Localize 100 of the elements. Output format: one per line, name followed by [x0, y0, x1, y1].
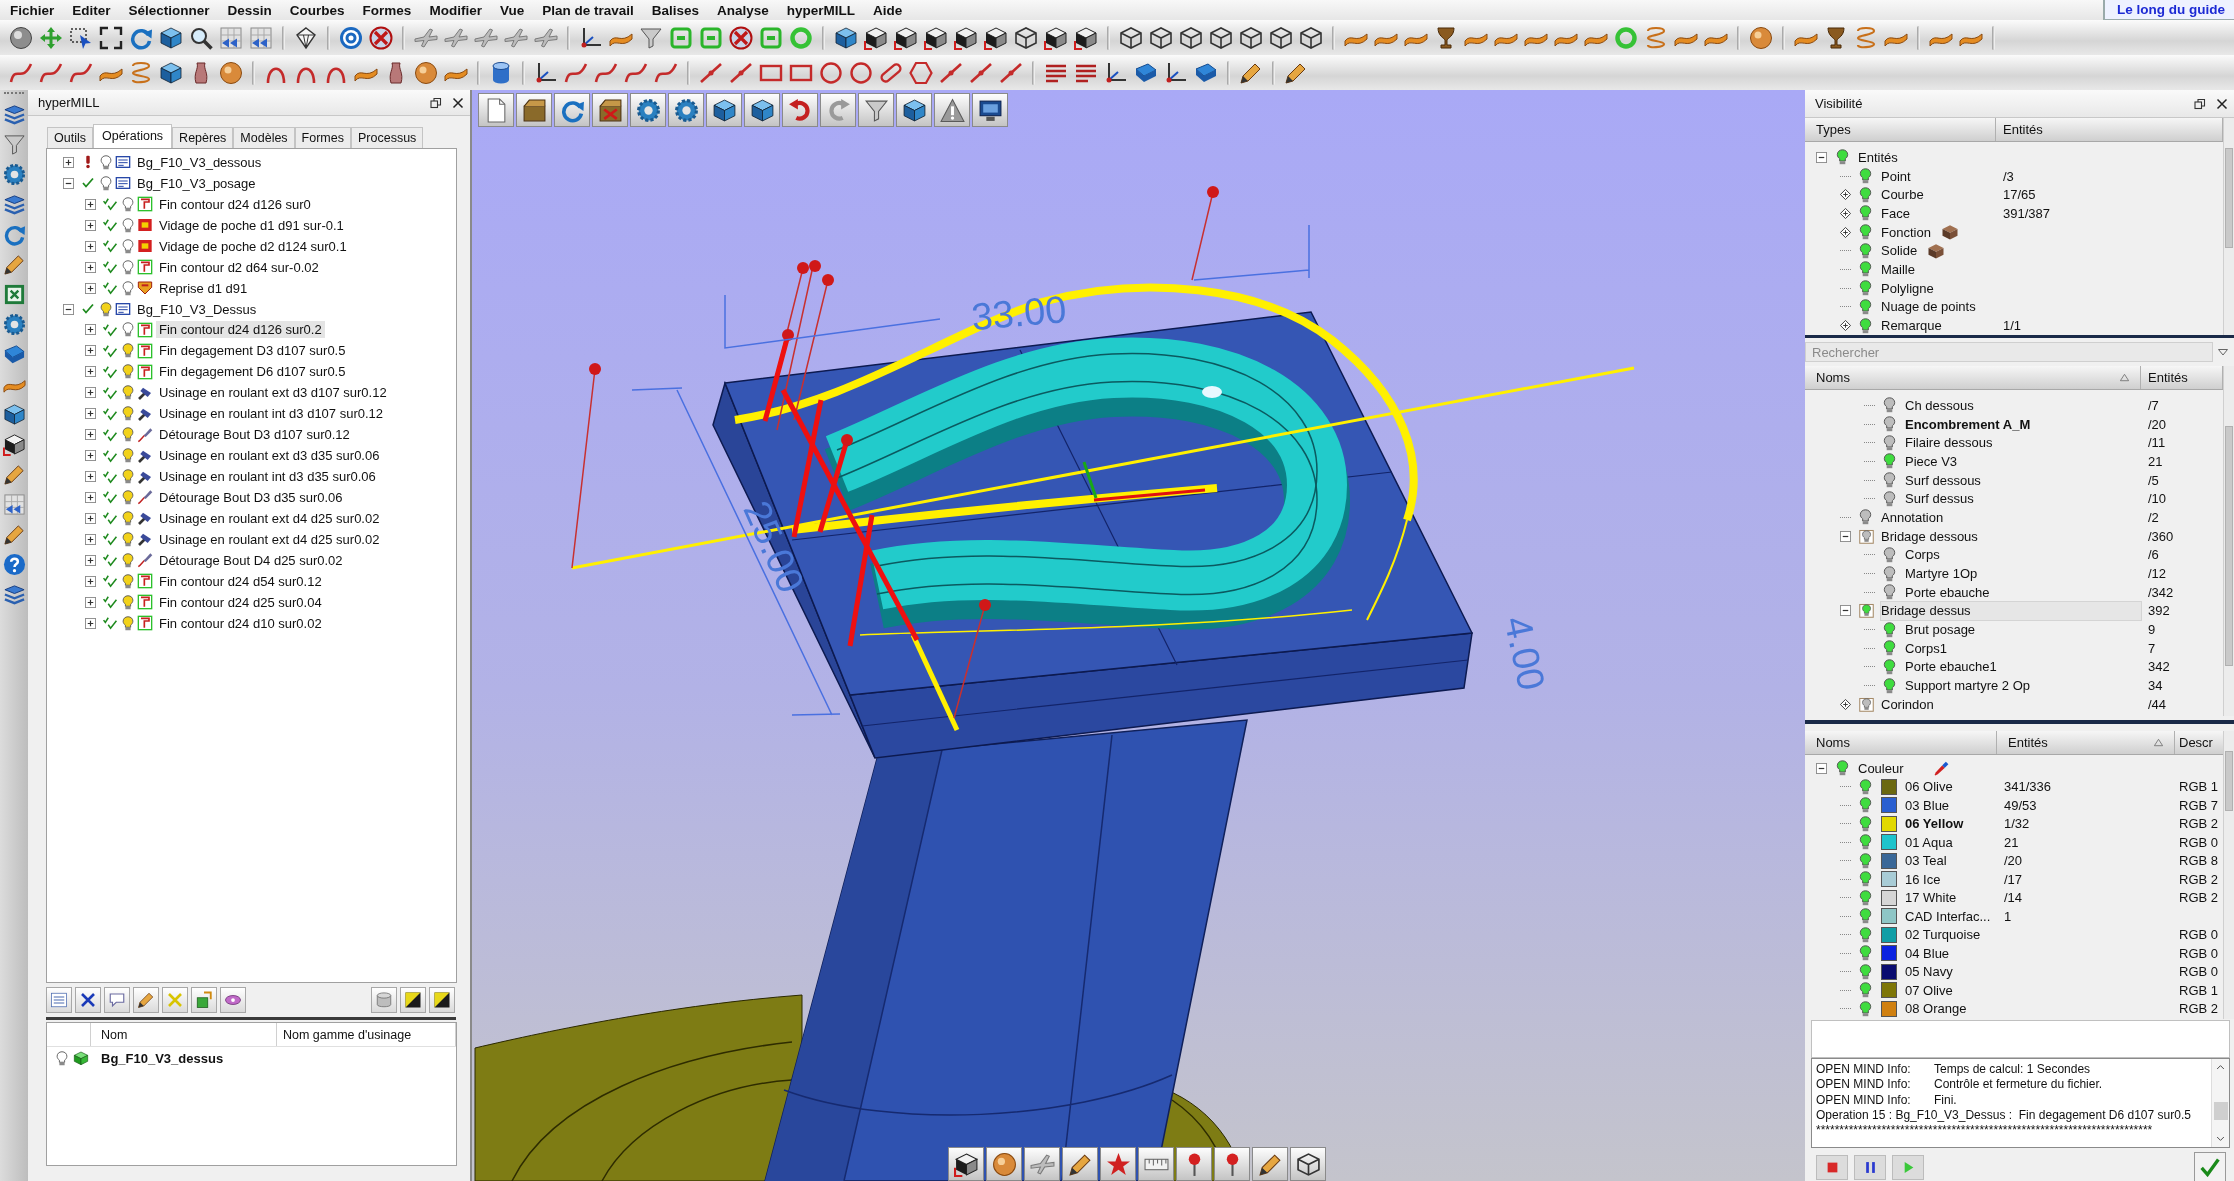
menu-item[interactable]: Courbes	[289, 2, 345, 18]
cancel-icon[interactable]	[369, 25, 393, 50]
ball-icon[interactable]	[414, 60, 438, 85]
scroll-thumb[interactable]	[2225, 426, 2233, 666]
toolbar-button[interactable]	[630, 93, 666, 127]
toolbar-button[interactable]	[592, 93, 628, 127]
bulb-icon[interactable]	[1883, 397, 1896, 414]
tree-item[interactable]: Bg_F10_V3_Dessus	[134, 300, 260, 318]
menu-item[interactable]: Editer	[72, 2, 111, 18]
tree-item[interactable]: Fin contour d24 d25 sur0.04	[156, 593, 325, 611]
tree-item[interactable]: Usinage en roulant int d3 d35 sur0.06	[156, 468, 379, 486]
plane-icon[interactable]	[474, 25, 498, 50]
tree-item[interactable]: Fin degagement D6 d107 sur0.5	[156, 363, 349, 381]
scrollbar[interactable]	[2223, 731, 2234, 1019]
tree-item[interactable]: Usinage en roulant ext d4 d25 sur0.02	[156, 530, 383, 548]
chevron-down-icon[interactable]	[2215, 1134, 2226, 1143]
bulb-icon[interactable]	[1883, 584, 1896, 601]
plane-icon[interactable]	[414, 25, 438, 50]
toolbar-button[interactable]	[668, 93, 704, 127]
bulb-icon[interactable]	[100, 301, 112, 317]
bulb-icon[interactable]	[122, 615, 134, 631]
spreadsheet-icon[interactable]	[2, 283, 26, 306]
bulb-icon[interactable]	[122, 406, 134, 422]
toolbar-button[interactable]	[744, 93, 780, 127]
bulb-icon[interactable]	[122, 364, 134, 380]
bulb-icon[interactable]	[1859, 186, 1872, 203]
collapse-icon[interactable]	[1816, 151, 1827, 163]
bulb-icon[interactable]	[122, 469, 134, 485]
bulb-icon[interactable]	[1859, 889, 1872, 906]
line-icon[interactable]	[939, 60, 963, 85]
cube-icon[interactable]	[834, 25, 858, 50]
toolbar-button[interactable]	[1062, 1147, 1098, 1181]
tree-item[interactable]: Brut posage	[1905, 620, 2141, 639]
bulb-icon[interactable]	[1859, 280, 1872, 297]
pencil-icon[interactable]	[2, 523, 26, 546]
gear-icon[interactable]	[2, 163, 26, 186]
capsule-icon[interactable]	[879, 60, 903, 85]
move-icon[interactable]	[39, 25, 63, 50]
tree-item[interactable]: Corindon	[1881, 695, 2141, 714]
collapse-icon[interactable]	[1840, 530, 1851, 542]
collapse-icon[interactable]	[63, 303, 74, 315]
menu-item[interactable]: Dessin	[227, 2, 272, 18]
tab[interactable]: Outils	[47, 127, 93, 148]
column-header[interactable]: Entités	[1997, 731, 2175, 754]
line-icon[interactable]	[969, 60, 993, 85]
collapse-icon[interactable]	[1840, 605, 1851, 617]
grid-icon[interactable]	[219, 25, 243, 50]
bulb-icon[interactable]	[1883, 677, 1896, 694]
restore-icon[interactable]	[2194, 97, 2206, 110]
caret-icon[interactable]	[2217, 346, 2229, 358]
bulb-icon[interactable]	[1883, 472, 1896, 489]
tree-item[interactable]: Bg_F10_V3_dessous	[134, 153, 265, 171]
column-header[interactable]: Types	[1805, 118, 1996, 141]
expand-icon[interactable]	[85, 282, 96, 294]
pipette-icon[interactable]	[1933, 760, 1949, 776]
expand-icon[interactable]	[1840, 189, 1851, 201]
tree-item[interactable]: Porte ebauche1	[1905, 657, 2141, 677]
tab[interactable]: Opérations	[92, 124, 173, 148]
bulb-icon[interactable]	[122, 552, 134, 568]
job-name[interactable]: Bg_F10_V3_dessus	[101, 1050, 224, 1066]
tree-item[interactable]: Couleur	[1858, 759, 1904, 778]
tree-item[interactable]: Remarque	[1881, 316, 1942, 335]
tree-item[interactable]: Piece V3	[1905, 452, 2141, 471]
tree-item[interactable]: Fin contour d24 d126 sur0.2	[156, 321, 325, 339]
chevron-up-icon[interactable]	[2215, 1063, 2226, 1072]
column-header[interactable]: Noms	[1805, 366, 2141, 389]
expand-icon[interactable]	[63, 156, 74, 168]
bulb-icon[interactable]	[1883, 658, 1896, 675]
expand-icon[interactable]	[85, 471, 96, 483]
scrollbar[interactable]	[2211, 1059, 2229, 1147]
bulb-icon[interactable]	[56, 1050, 68, 1066]
plane-icon[interactable]	[504, 25, 528, 50]
funnel-icon[interactable]	[639, 25, 663, 50]
tree-item[interactable]: Fin degagement D3 d107 sur0.5	[156, 342, 349, 360]
gear-icon[interactable]	[2, 313, 26, 336]
selection-box-icon[interactable]	[69, 25, 93, 50]
bulb-icon[interactable]	[1883, 621, 1896, 638]
expand-icon[interactable]	[85, 575, 96, 587]
menu-item[interactable]: Analyse	[717, 2, 769, 18]
tree-item[interactable]: 07 Olive	[1905, 981, 1997, 1000]
tree-item[interactable]: Bridage dessous	[1881, 526, 2141, 546]
tree-item[interactable]: Reprise d1 d91	[156, 279, 251, 297]
tree-item[interactable]: Fin contour d24 d54 sur0.12	[156, 572, 325, 590]
axes-icon[interactable]	[534, 60, 558, 85]
expand-icon[interactable]	[85, 491, 96, 503]
hexagon-icon[interactable]	[909, 60, 933, 85]
expand-icon[interactable]	[85, 450, 96, 462]
view-cube-icon[interactable]	[1044, 25, 1068, 50]
coil-icon[interactable]	[1854, 25, 1878, 50]
tree-item[interactable]: Surf dessus	[1905, 489, 2141, 509]
circle-icon[interactable]	[819, 60, 843, 85]
bulb-icon[interactable]	[1836, 149, 1849, 166]
bulb-icon[interactable]	[122, 448, 134, 464]
bulb-icon[interactable]	[1859, 778, 1872, 795]
column-header[interactable]: Descr	[2175, 731, 2223, 754]
circle-icon[interactable]	[849, 60, 873, 85]
coil-icon[interactable]	[129, 60, 153, 85]
bulb-icon[interactable]	[1859, 224, 1872, 241]
tree-item[interactable]: Bg_F10_V3_posage	[134, 174, 259, 192]
tree-item[interactable]: Polyligne	[1881, 278, 1934, 298]
